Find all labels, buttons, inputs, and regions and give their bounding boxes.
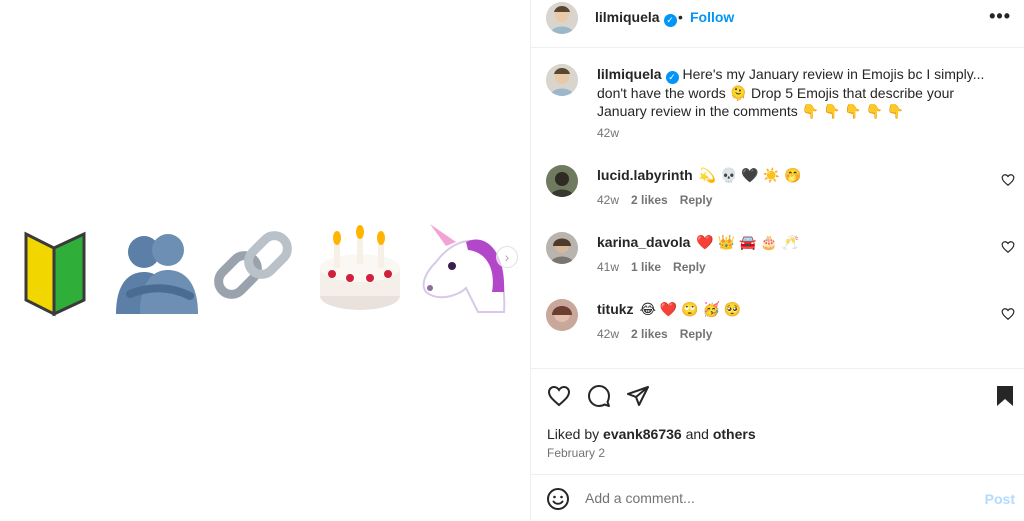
- follow-button[interactable]: Follow: [690, 9, 734, 25]
- commenter-avatar[interactable]: [546, 232, 578, 264]
- people-hugging-icon: [116, 234, 198, 314]
- emoji-smiley-icon[interactable]: [546, 487, 570, 511]
- instagram-post-modal: › lilmiquela ✓ • Follow ••• lilmiquela ✓…: [0, 0, 1024, 521]
- next-media-button[interactable]: ›: [496, 246, 518, 268]
- birthday-cake-icon: [320, 225, 400, 310]
- author-avatar[interactable]: [546, 2, 578, 34]
- post-header: lilmiquela ✓ • Follow •••: [531, 0, 1024, 48]
- author-username-text[interactable]: lilmiquela: [595, 9, 660, 25]
- liked-by-others[interactable]: others: [713, 426, 756, 442]
- emoji-image-row: [18, 222, 508, 318]
- more-options-icon[interactable]: •••: [989, 6, 1011, 27]
- heart-outline-icon[interactable]: [1001, 240, 1015, 254]
- comment-body: karina_davola ❤️ 👑 🚘 🎂 🥂: [597, 234, 799, 251]
- add-comment-input[interactable]: [585, 485, 965, 511]
- caption-text-block: lilmiquela ✓ Here's my January review in …: [597, 65, 987, 120]
- post-comment-button[interactable]: Post: [985, 491, 1015, 507]
- caption-timestamp[interactable]: 42w: [597, 126, 619, 140]
- liked-by-prefix: Liked by: [547, 426, 600, 442]
- comment-body: lucid.labyrinth 💫 💀 🖤 ☀️ 🤭: [597, 167, 801, 184]
- share-paper-plane-icon[interactable]: [626, 384, 650, 408]
- comment-username[interactable]: lucid.labyrinth: [597, 167, 693, 183]
- comment-time[interactable]: 42w: [597, 193, 619, 207]
- avatar-image: [546, 232, 578, 264]
- comment-time[interactable]: 42w: [597, 327, 619, 341]
- comment-likes[interactable]: 2 likes: [631, 193, 668, 207]
- comment-bubble-icon[interactable]: [587, 384, 611, 408]
- avatar-image: [546, 299, 578, 331]
- comment-text: 😂 ❤️ 🙄 🥳 🥺: [639, 301, 742, 317]
- liked-by-text: Liked by evank86736 and others: [547, 426, 756, 442]
- comment-text: 💫 💀 🖤 ☀️ 🤭: [698, 167, 802, 183]
- chevron-right-icon: ›: [504, 249, 510, 265]
- author-username[interactable]: lilmiquela ✓: [595, 9, 677, 27]
- comment-likes[interactable]: 1 like: [631, 260, 661, 274]
- comment-meta: 41w 1 like Reply: [597, 260, 718, 274]
- comment-text: ❤️ 👑 🚘 🎂 🥂: [696, 234, 800, 250]
- reply-button[interactable]: Reply: [680, 193, 713, 207]
- post-date[interactable]: February 2: [547, 446, 605, 460]
- reply-button[interactable]: Reply: [680, 327, 713, 341]
- liked-by-and: and: [685, 426, 709, 442]
- caption-username[interactable]: lilmiquela: [597, 66, 662, 82]
- heart-outline-icon[interactable]: [1001, 173, 1015, 187]
- comment-likes[interactable]: 2 likes: [631, 327, 668, 341]
- comment-item: titukz 😂 ❤️ 🙄 🥳 🥺 42w 2 likes Reply: [531, 299, 1024, 359]
- comment-body: titukz 😂 ❤️ 🙄 🥳 🥺: [597, 301, 741, 318]
- unicorn-icon: [422, 224, 506, 313]
- comment-username[interactable]: titukz: [597, 301, 634, 317]
- like-heart-icon[interactable]: [547, 384, 571, 408]
- comment-meta: 42w 2 likes Reply: [597, 327, 724, 341]
- avatar-image: [546, 165, 578, 197]
- comment-item: karina_davola ❤️ 👑 🚘 🎂 🥂 41w 1 like Reply: [531, 232, 1024, 292]
- comment-time[interactable]: 41w: [597, 260, 619, 274]
- liked-by-user[interactable]: evank86736: [603, 426, 682, 442]
- comment-meta: 42w 2 likes Reply: [597, 193, 724, 207]
- japanese-beginner-symbol-icon: [24, 231, 86, 317]
- commenter-avatar[interactable]: [546, 299, 578, 331]
- link-icon: [214, 231, 292, 299]
- heart-outline-icon[interactable]: [1001, 307, 1015, 321]
- verified-badge-icon: ✓: [665, 71, 679, 84]
- reply-button[interactable]: Reply: [673, 260, 706, 274]
- bookmark-saved-icon[interactable]: [993, 384, 1017, 408]
- avatar-image: [546, 2, 578, 34]
- avatar-image: [546, 64, 578, 96]
- comment-item: lucid.labyrinth 💫 💀 🖤 ☀️ 🤭 42w 2 likes Repl…: [531, 165, 1024, 225]
- post-sidebar: lilmiquela ✓ • Follow ••• lilmiquela ✓ Her…: [530, 0, 1024, 521]
- comment-username[interactable]: karina_davola: [597, 234, 690, 250]
- post-actions: Liked by evank86736 and others February …: [531, 368, 1024, 474]
- commenter-avatar[interactable]: [546, 165, 578, 197]
- verified-badge-icon: ✓: [663, 14, 677, 27]
- caption-author-avatar[interactable]: [546, 64, 578, 96]
- add-comment-bar: Post: [531, 474, 1024, 521]
- post-media: ›: [0, 0, 530, 521]
- header-separator: •: [678, 9, 683, 25]
